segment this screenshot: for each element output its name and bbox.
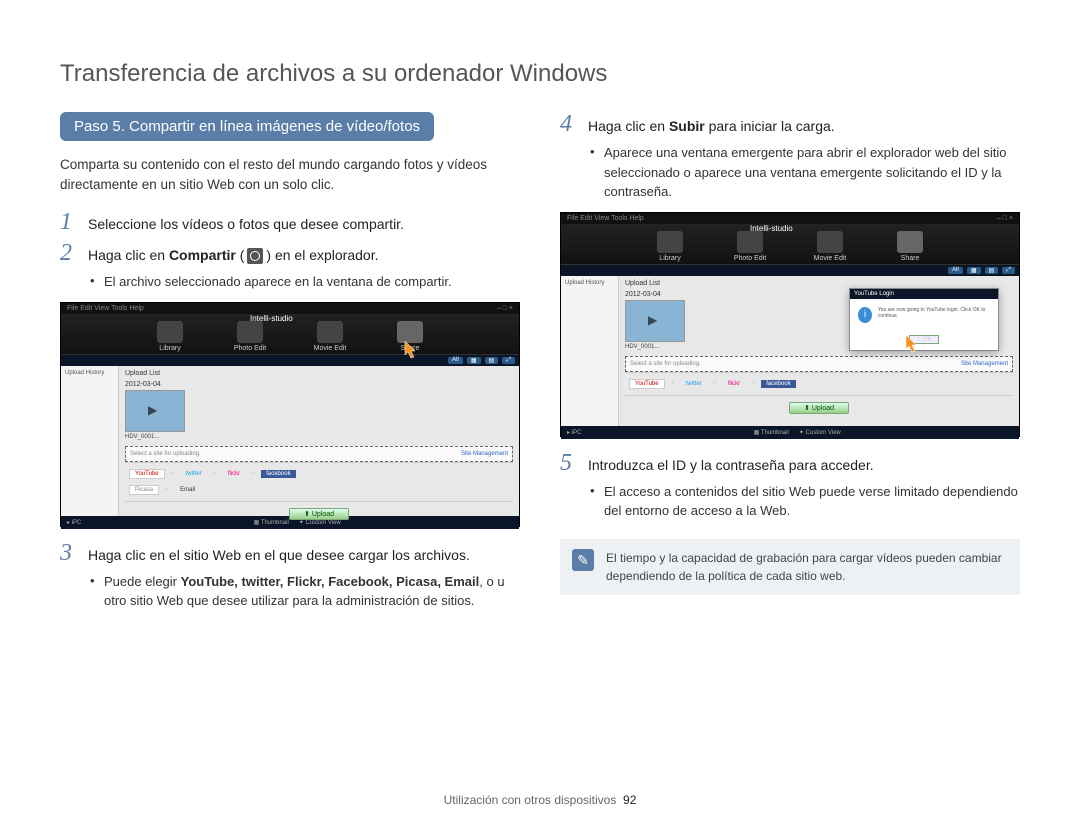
step-3: 3 Haga clic en el sitio Web en el que de… [60,541,520,566]
mock-app-title: Intelli-studio [750,224,793,233]
step-1-text: Seleccione los vídeos o fotos que desee … [88,210,404,235]
step-2: 2 Haga clic en Compartir () en el explor… [60,241,520,266]
content-columns: Paso 5. Compartir en línea imágenes de v… [60,112,1020,621]
right-column: 4 Haga clic en Subir para iniciar la car… [560,112,1020,621]
mock-sidebar: Upload History [561,276,619,426]
info-icon: i [858,307,872,323]
screenshot-login-popup: File Edit View Tools Help– □ × Intelli-s… [560,212,1020,437]
page-number: 92 [623,793,636,807]
step-4: 4 Haga clic en Subir para iniciar la car… [560,112,1020,137]
step-3-bullet: Puede elegir YouTube, twitter, Flickr, F… [104,572,520,611]
step-3-text: Haga clic en el sitio Web en el que dese… [88,541,470,566]
note-box: ✎ El tiempo y la capacidad de grabación … [560,539,1020,595]
step-number: 2 [60,241,78,266]
step-5: 5 Introduzca el ID y la contraseña para … [560,451,1020,476]
cursor-pointer-icon [403,341,419,357]
note-text: El tiempo y la capacidad de grabación pa… [606,549,1008,585]
step-5-text: Introduzca el ID y la contraseña para ac… [588,451,874,476]
mock-tabs: Intelli-studio Library Photo Edit Movie … [561,225,1019,265]
left-column: Paso 5. Compartir en línea imágenes de v… [60,112,520,621]
cursor-pointer-icon [904,335,920,351]
step-2-text: Haga clic en Compartir () en el explorad… [88,241,378,266]
step-5-bullet: El acceso a contenidos del sitio Web pue… [604,482,1020,521]
step-2-post: en el explorador. [271,247,378,263]
step-2-pre: Haga clic en [88,247,169,263]
step-number: 4 [560,112,578,137]
step-2-bullet: El archivo seleccionado aparece en la ve… [104,272,520,292]
step-number: 1 [60,210,78,235]
step-4-text: Haga clic en Subir para iniciar la carga… [588,112,835,137]
note-icon: ✎ [572,549,594,571]
page-title: Transferencia de archivos a su ordenador… [60,60,1020,88]
footer-section: Utilización con otros dispositivos [444,793,617,807]
page-footer: Utilización con otros dispositivos 92 [0,793,1080,807]
step-number: 5 [560,451,578,476]
step-1: 1 Seleccione los vídeos o fotos que dese… [60,210,520,235]
share-icon [247,248,263,264]
step-4-bullet: Aparece una ventana emergente para abrir… [604,143,1020,202]
mock-app-title: Intelli-studio [250,314,293,323]
step5-heading: Paso 5. Compartir en línea imágenes de v… [60,112,434,141]
mock-tabs: Intelli-studio Library Photo Edit Movie … [61,315,519,355]
step-number: 3 [60,541,78,566]
screenshot-share-window: File Edit View Tools Help– □ × Intelli-s… [60,302,520,527]
mock-sidebar: Upload History [61,366,119,516]
mock-login-dialog: YouTube Login i You are now going to You… [849,288,999,351]
intro-text: Comparta su contenido con el resto del m… [60,155,520,194]
step-2-bold: Compartir [169,247,236,263]
